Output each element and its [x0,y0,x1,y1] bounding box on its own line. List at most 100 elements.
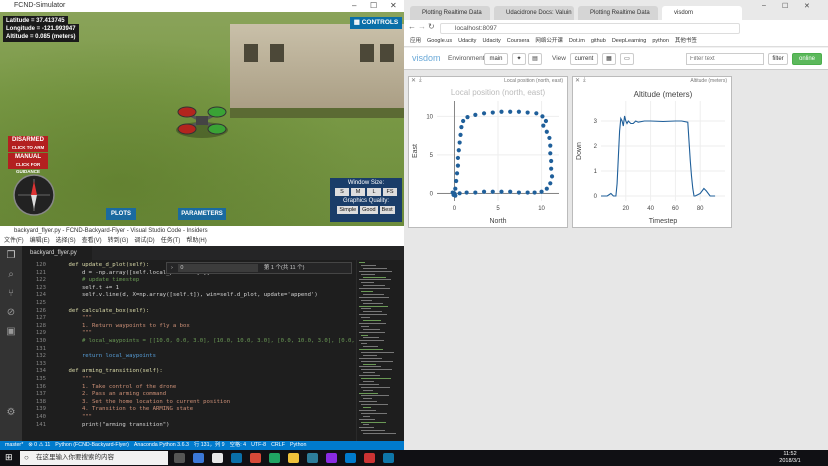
taskbar-app-icon[interactable] [307,453,318,463]
taskbar-app-icon[interactable] [364,453,375,463]
scatter-point [458,132,463,137]
scatter-point [457,140,462,145]
parameters-button[interactable]: PARAMETERS [178,208,226,220]
taskbar-app-icon[interactable] [212,453,223,463]
status-item[interactable]: UTF-8 [251,442,266,448]
close-icon[interactable]: ✕ [804,2,810,10]
forward-icon[interactable]: → [418,22,426,31]
status-item[interactable]: ⊗ 0 ⚠ 11 [28,442,50,448]
minimap-line [359,279,391,281]
bookmark-item[interactable]: github [591,38,606,44]
environment-select[interactable]: main [484,53,508,65]
bookmark-item[interactable]: Udacity [458,38,476,44]
online-button[interactable]: online [792,53,822,65]
status-item[interactable]: Python (FCND-Backyard-Flyer) [55,442,129,448]
drone-icon[interactable] [174,100,230,140]
bookmark-item[interactable]: Coursera [507,38,530,44]
bookmark-item[interactable]: Udacity [482,38,500,44]
browser-tab[interactable]: Plotting Realtime Data [578,6,658,20]
scatter-point [473,190,478,195]
taskbar-search[interactable]: 在这里输入你要搜索的内容 [20,451,168,465]
source-control-icon[interactable]: ⑂ [0,288,22,299]
manual-button[interactable]: MANUAL CLICK FOR GUIDANCE [8,153,48,174]
taskbar-app-icon[interactable] [174,453,185,463]
grid-icon[interactable]: ▦ [602,53,616,65]
gear-icon[interactable]: ⚙ [0,407,22,418]
minimap-line [361,325,369,327]
bookmark-item[interactable]: 应用 [410,38,421,44]
view-select[interactable]: current [570,53,598,65]
menu-item[interactable]: 调试(D) [134,238,154,244]
menu-item[interactable]: 选择(S) [56,238,76,244]
bookmark-item[interactable]: Google.us [427,38,452,44]
status-item[interactable]: master* [5,442,23,448]
taskbar-app-icon[interactable] [326,453,337,463]
window-size-option[interactable]: S [335,188,349,196]
menu-item[interactable]: 文件(F) [4,238,24,244]
status-item[interactable]: CRLF [271,442,285,448]
editor-tab[interactable]: backyard_flyer.py [22,246,92,260]
menu-item[interactable]: 查看(V) [82,238,102,244]
close-icon[interactable]: ✕ [390,0,397,12]
menu-item[interactable]: 帮助(H) [186,238,206,244]
taskbar-app-icon[interactable] [250,453,261,463]
menu-item[interactable]: 转到(G) [108,238,129,244]
filter-input[interactable] [686,53,764,65]
minimize-icon[interactable]: – [762,2,766,9]
status-item[interactable]: Python [290,442,307,448]
graphics-quality-option[interactable]: Simple [337,206,359,214]
maximize-icon[interactable]: ☐ [370,0,377,12]
menu-item[interactable]: 任务(T) [161,238,181,244]
filter-button[interactable]: filter [768,53,788,65]
status-item[interactable]: Anaconda Python 3.6.3 [134,442,189,448]
plots-button[interactable]: PLOTS [106,208,136,220]
altitude-pane[interactable]: Altitude (meters) ✕ ⤓ Altitude (meters) 2… [572,76,732,228]
maximize-icon[interactable]: ☐ [782,2,788,10]
window-size-option[interactable]: M [351,188,365,196]
graphics-quality-option[interactable]: Good [360,206,378,214]
bookmark-item[interactable]: Dot.im [569,38,585,44]
bookmark-item[interactable]: DeepLearning [612,38,647,44]
url-bar[interactable]: localhost:8097 [440,23,740,34]
folder-icon[interactable]: ▭ [620,53,634,65]
menu-item[interactable]: 编辑(E) [30,238,50,244]
taskbar-app-icon[interactable] [345,453,356,463]
bookmark-item[interactable]: 网络公开课 [535,38,563,44]
local-position-pane[interactable]: Local position (north, east) ✕ ⤓ Local p… [408,76,568,228]
find-toggle-icon[interactable]: › [171,265,173,271]
minimap-line [361,308,371,310]
clock[interactable]: 11:52 2018/3/1 [760,450,820,466]
minimap[interactable] [356,260,402,441]
search-icon[interactable]: ⌕ [0,269,22,280]
browser-tab[interactable]: Plotting Realtime Data [410,6,490,20]
explorer-icon[interactable]: ❐ [0,250,22,261]
find-input[interactable]: 0 [178,263,259,272]
taskbar-app-icon[interactable] [383,453,394,463]
status-item[interactable]: 空格: 4 [230,442,246,448]
window-size-option[interactable]: FS [383,188,397,196]
arm-button[interactable]: DISARMED CLICK TO ARM [8,136,48,152]
browser-tab[interactable]: Udacidrone Docs: Valuin [494,6,574,20]
taskbar-app-icon[interactable] [193,453,204,463]
minimize-icon[interactable]: – [352,0,356,12]
taskbar-app-icon[interactable] [231,453,242,463]
reload-icon[interactable]: ↻ [428,22,435,31]
back-icon[interactable]: ← [408,22,416,31]
graphics-quality-option[interactable]: Best [379,206,395,214]
bookmark-item[interactable]: python [652,38,669,44]
debug-icon[interactable]: ⊘ [0,307,22,318]
browser-tab[interactable]: visdom [662,6,742,20]
taskbar-app-icon[interactable] [269,453,280,463]
y-tick-label: 3 [594,119,598,125]
save-icon[interactable]: ▤ [528,53,542,65]
window-size-option[interactable]: L [367,188,381,196]
windows-start-icon[interactable]: ⊞ [5,452,13,463]
scatter-point [534,111,539,116]
clear-icon[interactable]: ✦ [512,53,526,65]
bookmark-item[interactable]: 其他书签 [675,38,697,44]
status-item[interactable]: 行 131，列 9 [194,442,225,448]
controls-button[interactable]: ▦ CONTROLS [350,17,402,29]
extensions-icon[interactable]: ▣ [0,326,22,337]
code-editor[interactable]: 120 def update_d_plot(self): 121 d = -np.… [22,260,404,441]
taskbar-app-icon[interactable] [288,453,299,463]
